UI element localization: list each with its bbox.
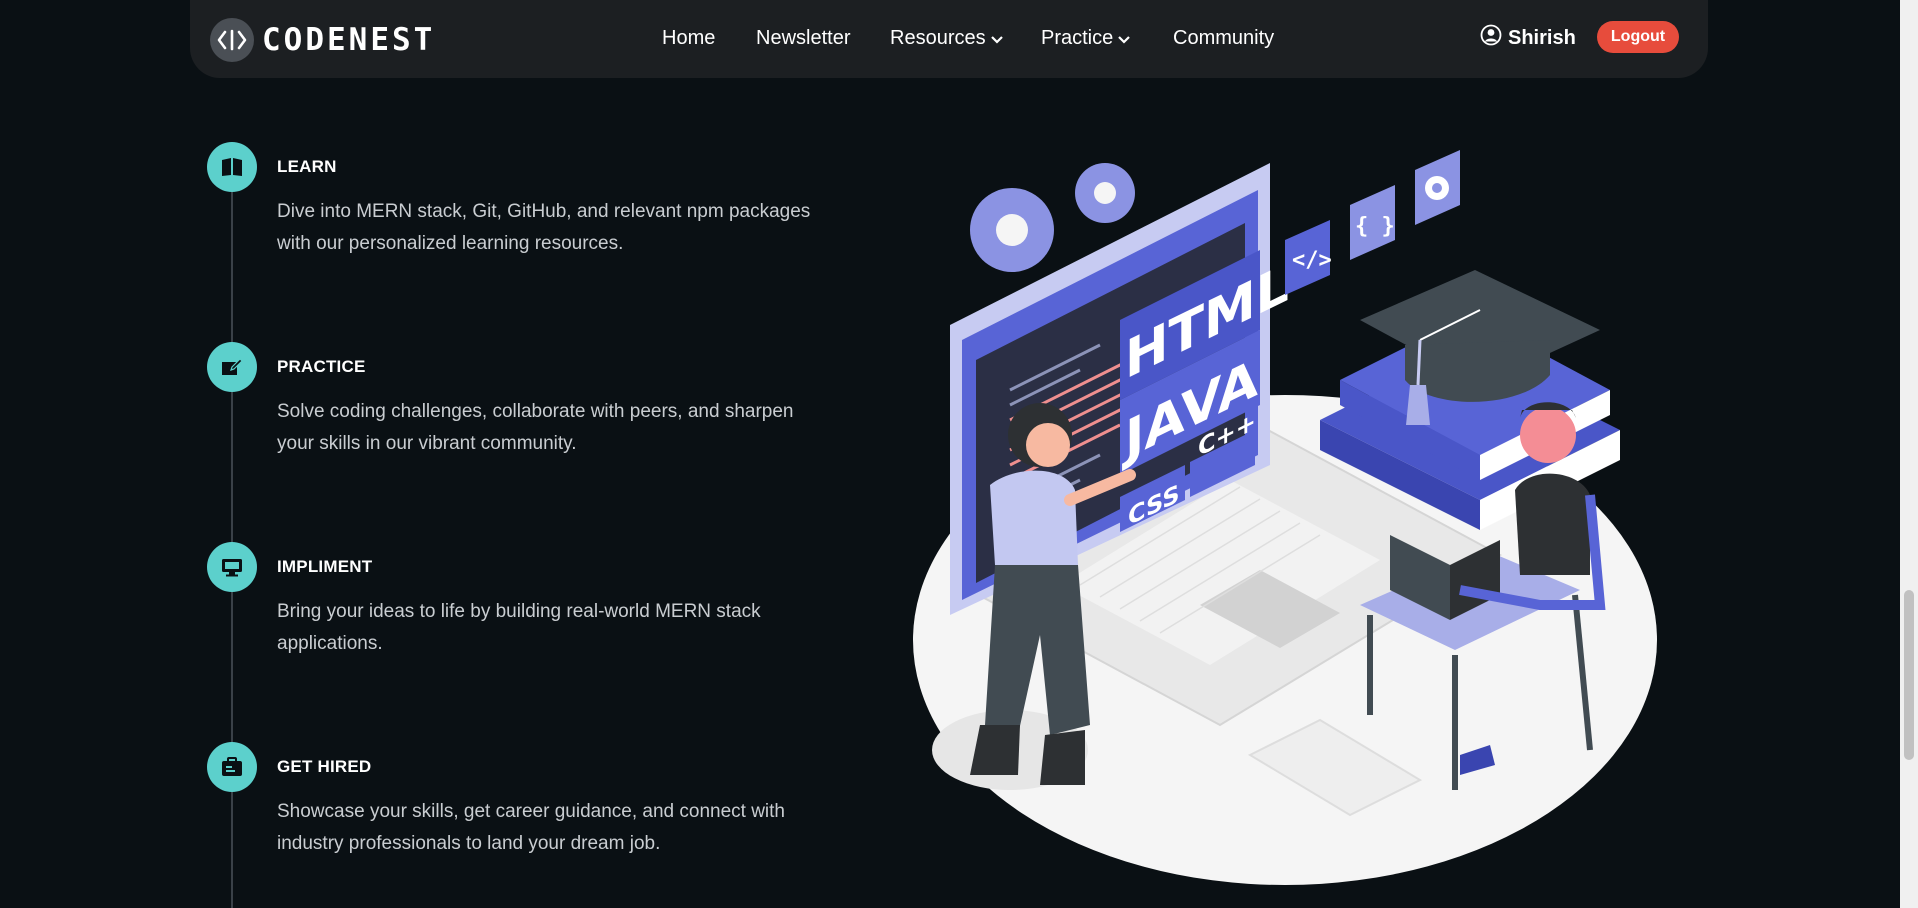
step-title: PRACTICE	[277, 357, 366, 376]
nav-newsletter-label: Newsletter	[756, 26, 851, 49]
book-icon	[207, 142, 257, 192]
braces-label: { }	[1355, 214, 1395, 239]
page-scrollbar[interactable]	[1900, 0, 1918, 908]
edit-icon	[207, 342, 257, 392]
chevron-down-icon	[990, 27, 1003, 50]
code-brackets-icon	[210, 18, 254, 62]
nav-links: Home Newsletter Resources Practice Commu…	[662, 24, 1274, 52]
user-icon	[1480, 24, 1502, 52]
nav-resources[interactable]: Resources	[890, 24, 1041, 52]
logo[interactable]: CODENEST	[210, 18, 435, 62]
step-title: GET HIRED	[277, 757, 372, 776]
step-description: Bring your ideas to life by building rea…	[277, 601, 761, 654]
nav-resources-label: Resources	[890, 26, 986, 49]
step-description: Dive into MERN stack, Git, GitHub, and r…	[277, 201, 811, 254]
step-title: IMPLIMENT	[277, 557, 373, 576]
monitor-icon	[207, 542, 257, 592]
code-tag-icon: </>	[1285, 220, 1332, 295]
nav-community[interactable]: Community	[1173, 24, 1274, 52]
coding-illustration: HTML JAVA CSS C++ </> { }	[913, 150, 1657, 885]
chevron-down-icon	[1118, 27, 1131, 50]
user-profile[interactable]: Shirish	[1480, 24, 1576, 52]
step-description: Showcase your skills, get career guidanc…	[277, 801, 785, 854]
step-description: Solve coding challenges, collaborate wit…	[277, 401, 794, 454]
nav-community-label: Community	[1173, 26, 1275, 49]
logout-button[interactable]: Logout	[1597, 21, 1679, 53]
step-title: LEARN	[277, 157, 337, 176]
scrollbar-thumb[interactable]	[1904, 590, 1914, 760]
user-name: Shirish	[1508, 26, 1576, 49]
nav-practice-label: Practice	[1041, 26, 1114, 49]
braces-icon: { }	[1350, 185, 1395, 260]
nav-home-label: Home	[662, 26, 716, 49]
nav-practice[interactable]: Practice	[1041, 24, 1173, 52]
nav-home[interactable]: Home	[662, 24, 756, 52]
briefcase-icon	[207, 742, 257, 792]
logo-text: CODENEST	[262, 22, 436, 58]
top-navbar: CODENEST Home Newsletter Resources Pract…	[190, 0, 1708, 78]
code-tag-label: </>	[1292, 248, 1332, 273]
settings-icon	[1415, 150, 1460, 225]
nav-newsletter[interactable]: Newsletter	[756, 24, 890, 52]
